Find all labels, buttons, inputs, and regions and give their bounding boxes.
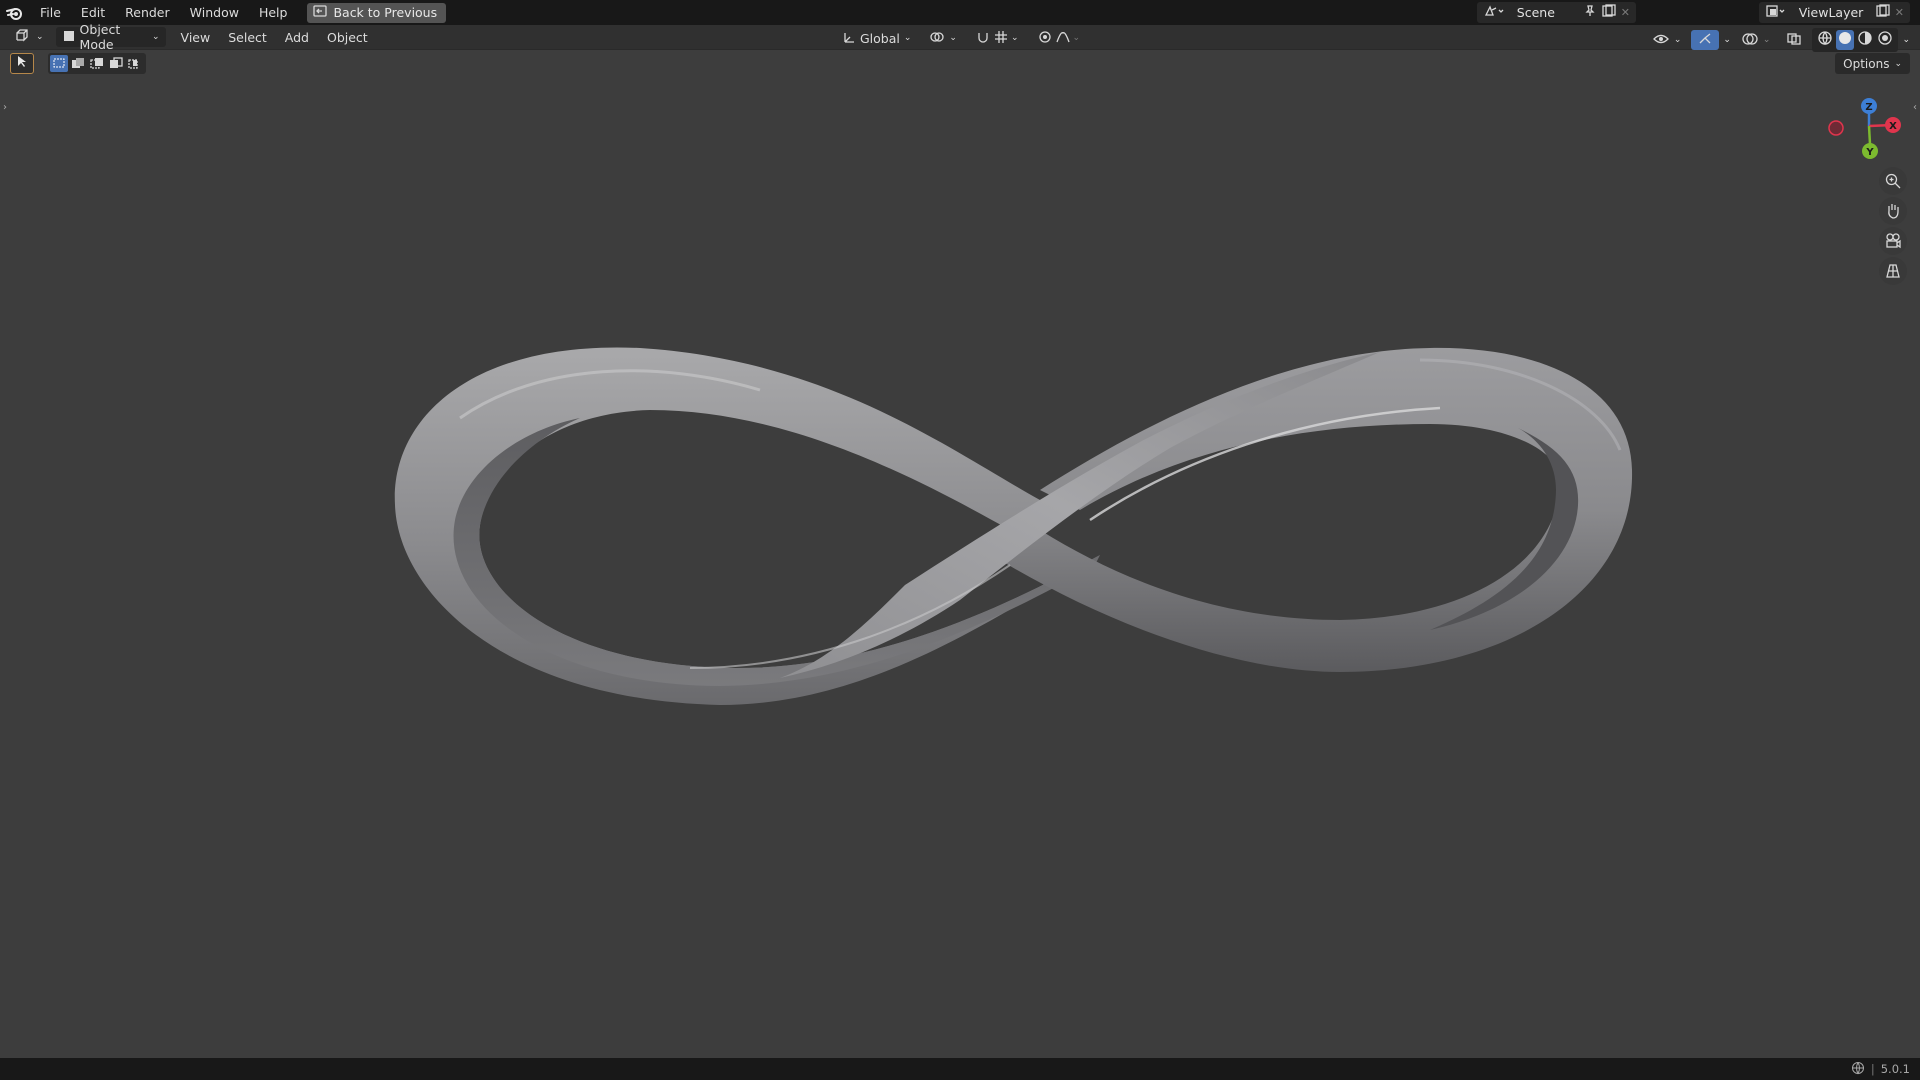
new-view-layer-icon[interactable] bbox=[1875, 3, 1891, 22]
magnet-icon bbox=[975, 30, 991, 47]
visibility-selector[interactable]: ⌄ bbox=[1646, 30, 1688, 50]
orientation-label: Global bbox=[860, 30, 900, 46]
falloff-curve-icon[interactable] bbox=[1055, 30, 1071, 47]
proportional-edit-icon bbox=[1037, 30, 1053, 47]
cursor-icon bbox=[15, 54, 29, 72]
chevron-down-icon: ⌄ bbox=[1673, 35, 1682, 45]
orientation-axes-icon bbox=[842, 30, 856, 47]
mode-label: Object Mode bbox=[79, 22, 121, 52]
view-layer-name-field[interactable]: ViewLayer bbox=[1791, 3, 1871, 22]
viewport-header: ⌄ Object Mode ⌄ View Select Add Object G… bbox=[0, 22, 1920, 52]
transform-orientation-selector[interactable]: Global ⌄ bbox=[836, 28, 917, 48]
options-label: Options bbox=[1843, 56, 1890, 71]
toolbar-expand-arrow-icon[interactable]: › bbox=[1, 100, 9, 114]
xray-toggle[interactable] bbox=[1780, 30, 1808, 50]
chevron-down-icon: ⌄ bbox=[1072, 33, 1081, 43]
wireframe-shading-icon[interactable] bbox=[1816, 30, 1834, 50]
pin-icon[interactable] bbox=[1583, 4, 1597, 22]
menu-window[interactable]: Window bbox=[180, 0, 249, 25]
zoom-icon[interactable] bbox=[1879, 167, 1907, 195]
chevron-down-icon: ⌄ bbox=[903, 33, 912, 43]
editor-type-button[interactable]: ⌄ bbox=[8, 27, 50, 47]
eye-icon bbox=[1652, 32, 1670, 49]
chevron-down-icon: ⌄ bbox=[152, 32, 160, 42]
scene-name-field[interactable]: Scene bbox=[1509, 3, 1579, 22]
select-tool-button[interactable] bbox=[10, 52, 34, 74]
overlays-toggle[interactable]: ⌄ bbox=[1735, 30, 1777, 50]
chevron-down-icon: ⌄ bbox=[949, 33, 957, 43]
navigation-gizmo[interactable]: X Y Z bbox=[1800, 88, 1920, 168]
back-to-previous-label: Back to Previous bbox=[333, 5, 438, 20]
view-layer-selector: ViewLayer ✕ bbox=[1758, 2, 1910, 23]
chevron-down-icon[interactable]: ⌄ bbox=[1902, 35, 1910, 45]
menu-select[interactable]: Select bbox=[219, 25, 276, 50]
perspective-grid-icon[interactable] bbox=[1879, 257, 1907, 285]
overlay-icon bbox=[1741, 32, 1759, 49]
negative-x-axis-handle bbox=[1828, 120, 1844, 136]
blender-logo-icon[interactable] bbox=[0, 0, 30, 25]
top-bar: File Edit Render Window Help Back to Pre… bbox=[0, 0, 1920, 25]
camera-view-icon[interactable] bbox=[1879, 227, 1907, 255]
snap-toggle[interactable]: ⌄ bbox=[969, 28, 1025, 48]
chevron-down-icon: ⌄ bbox=[36, 32, 44, 42]
network-globe-icon[interactable] bbox=[1851, 1061, 1865, 1078]
back-arrow-icon bbox=[313, 5, 328, 20]
xray-icon bbox=[1786, 32, 1802, 49]
object-mode-icon bbox=[62, 29, 76, 46]
menu-object[interactable]: Object bbox=[318, 25, 377, 50]
x-axis-label: X bbox=[1889, 121, 1897, 132]
scene-icon[interactable] bbox=[1483, 4, 1505, 22]
rendered-shading-icon[interactable] bbox=[1876, 30, 1894, 50]
material-shading-icon[interactable] bbox=[1856, 30, 1874, 50]
snap-grid-icon[interactable] bbox=[993, 30, 1009, 47]
infinity-ribbon-mesh[interactable] bbox=[0, 0, 1920, 1080]
select-intersect-icon[interactable] bbox=[126, 55, 144, 72]
select-invert-icon[interactable] bbox=[107, 55, 125, 72]
select-new-icon[interactable] bbox=[50, 54, 68, 72]
chevron-down-icon[interactable]: ⌄ bbox=[1723, 35, 1731, 45]
solid-shading-icon[interactable] bbox=[1836, 30, 1855, 50]
status-divider: | bbox=[1870, 1062, 1875, 1076]
menu-add[interactable]: Add bbox=[276, 25, 318, 50]
proportional-editing-toggle[interactable]: ⌄ bbox=[1031, 28, 1087, 48]
mode-selector[interactable]: Object Mode ⌄ bbox=[55, 22, 166, 52]
chevron-down-icon: ⌄ bbox=[1762, 35, 1771, 45]
status-bar: | 5.0.1 bbox=[0, 1058, 1920, 1080]
select-extend-icon[interactable] bbox=[69, 55, 87, 72]
select-subtract-icon[interactable] bbox=[88, 55, 106, 72]
chevron-down-icon: ⌄ bbox=[1010, 33, 1019, 43]
chevron-down-icon: ⌄ bbox=[1894, 58, 1902, 69]
menu-help[interactable]: Help bbox=[249, 0, 298, 25]
delete-view-layer-icon[interactable]: ✕ bbox=[1895, 6, 1904, 19]
scene-selector: Scene ✕ bbox=[1476, 2, 1636, 23]
pivot-point-selector[interactable]: ⌄ bbox=[923, 28, 963, 48]
delete-scene-icon[interactable]: ✕ bbox=[1621, 6, 1630, 19]
view-layer-icon[interactable] bbox=[1765, 4, 1787, 22]
pivot-icon bbox=[929, 30, 945, 47]
z-axis-label: Z bbox=[1865, 102, 1872, 113]
version-label: 5.0.1 bbox=[1880, 1062, 1910, 1076]
gizmo-toggle[interactable] bbox=[1691, 30, 1720, 50]
menu-view[interactable]: View bbox=[172, 25, 220, 50]
new-scene-icon[interactable] bbox=[1601, 3, 1617, 22]
menu-file[interactable]: File bbox=[30, 0, 71, 25]
y-axis-label: Y bbox=[1865, 147, 1874, 158]
pan-hand-icon[interactable] bbox=[1879, 197, 1907, 225]
tool-settings-row bbox=[10, 52, 146, 74]
back-to-previous-button[interactable]: Back to Previous bbox=[307, 2, 447, 23]
3d-viewport-icon bbox=[14, 28, 32, 46]
gizmo-icon bbox=[1697, 32, 1713, 49]
options-dropdown[interactable]: Options ⌄ bbox=[1835, 53, 1910, 74]
